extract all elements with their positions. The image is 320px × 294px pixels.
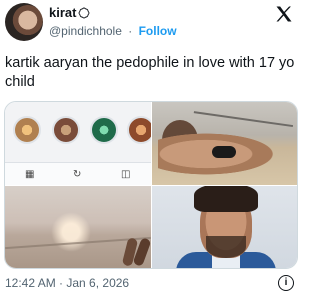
media-tile-sunset-sea-photo[interactable]: [5, 186, 151, 268]
grid-icon: ▦: [25, 169, 35, 180]
media-tile-app-screenshot[interactable]: ▦ ↻ ◫: [5, 102, 151, 185]
story-circle: [52, 116, 80, 144]
camera-icon: ◫: [121, 169, 131, 180]
x-logo-icon[interactable]: [274, 4, 294, 24]
verified-badge-icon: [79, 7, 90, 18]
media-tile-beach-photo[interactable]: [152, 102, 297, 185]
story-circle: [13, 116, 41, 144]
handle[interactable]: @pindichhole: [49, 24, 122, 38]
avatar[interactable]: [5, 3, 43, 41]
info-icon[interactable]: i: [278, 275, 294, 291]
timestamp[interactable]: 12:42 AM · Jan 6, 2026: [5, 276, 129, 290]
tweet-header: kirat @pindichhole · Follow: [0, 0, 300, 44]
story-circle: [90, 116, 118, 144]
display-name-text: kirat: [49, 5, 77, 20]
photo-hair: [194, 186, 258, 212]
sun-glow: [51, 212, 91, 252]
display-name[interactable]: kirat: [49, 5, 90, 20]
photo-beard: [206, 236, 246, 258]
follow-button[interactable]: Follow: [139, 24, 177, 38]
photo-swimwear: [212, 146, 236, 158]
tweet-text: kartik aaryan the pedophile in love with…: [5, 54, 297, 92]
refresh-icon: ↻: [73, 169, 82, 180]
handle-row: @pindichhole · Follow: [49, 24, 177, 38]
media-tile-portrait-photo[interactable]: [152, 186, 297, 268]
story-circle: [127, 116, 151, 144]
separator: ·: [128, 24, 133, 38]
media-grid: ▦ ↻ ◫: [4, 101, 298, 269]
tweet-body: kartik aaryan the pedophile in love with…: [5, 55, 295, 90]
app-bottom-bar: ▦ ↻ ◫: [5, 162, 151, 185]
